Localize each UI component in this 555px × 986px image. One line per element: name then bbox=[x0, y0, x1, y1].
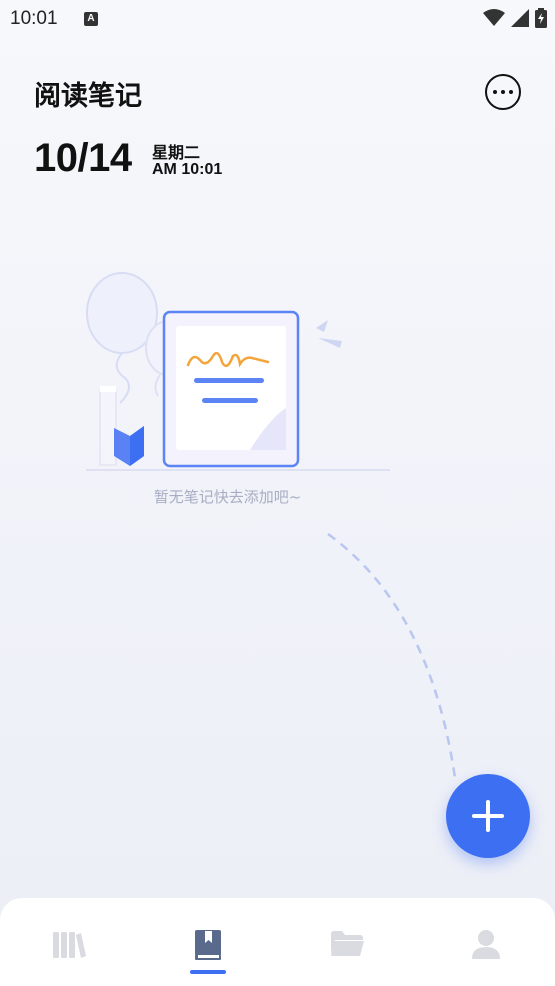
nav-item-notes[interactable] bbox=[139, 898, 278, 986]
status-time: 10:01 bbox=[10, 8, 58, 29]
wifi-icon bbox=[483, 9, 505, 26]
add-note-button[interactable] bbox=[446, 774, 530, 858]
folder-icon bbox=[330, 931, 364, 956]
more-dot bbox=[501, 90, 505, 94]
more-dot bbox=[509, 90, 513, 94]
nav-item-bookshelf[interactable] bbox=[0, 898, 139, 986]
more-button[interactable] bbox=[485, 74, 521, 110]
status-icons bbox=[483, 8, 547, 28]
notebook-icon bbox=[195, 930, 222, 960]
page-title: 阅读笔记 bbox=[34, 81, 142, 112]
bottom-nav bbox=[0, 898, 555, 986]
empty-notes-illustration bbox=[86, 272, 390, 471]
status-bar: 10:01 A bbox=[0, 0, 555, 40]
empty-state-message: 暂无笔记快去添加吧~ bbox=[153, 488, 302, 506]
nav-item-folders[interactable] bbox=[278, 898, 417, 986]
time-label: AM 10:01 bbox=[152, 161, 223, 178]
profile-icon bbox=[471, 930, 500, 959]
signal-icon bbox=[511, 9, 529, 27]
notification-a-icon: A bbox=[84, 12, 98, 26]
plus-icon bbox=[472, 800, 504, 832]
bookshelf-icon bbox=[53, 932, 87, 958]
more-horizontal-icon bbox=[493, 90, 497, 94]
battery-icon bbox=[535, 8, 547, 28]
date-display: 10/14 bbox=[34, 136, 132, 180]
active-tab-indicator bbox=[190, 970, 227, 974]
dashed-guide-line bbox=[327, 532, 457, 779]
nav-item-profile[interactable] bbox=[416, 898, 555, 986]
weekday-label: 星期二 bbox=[152, 143, 201, 162]
